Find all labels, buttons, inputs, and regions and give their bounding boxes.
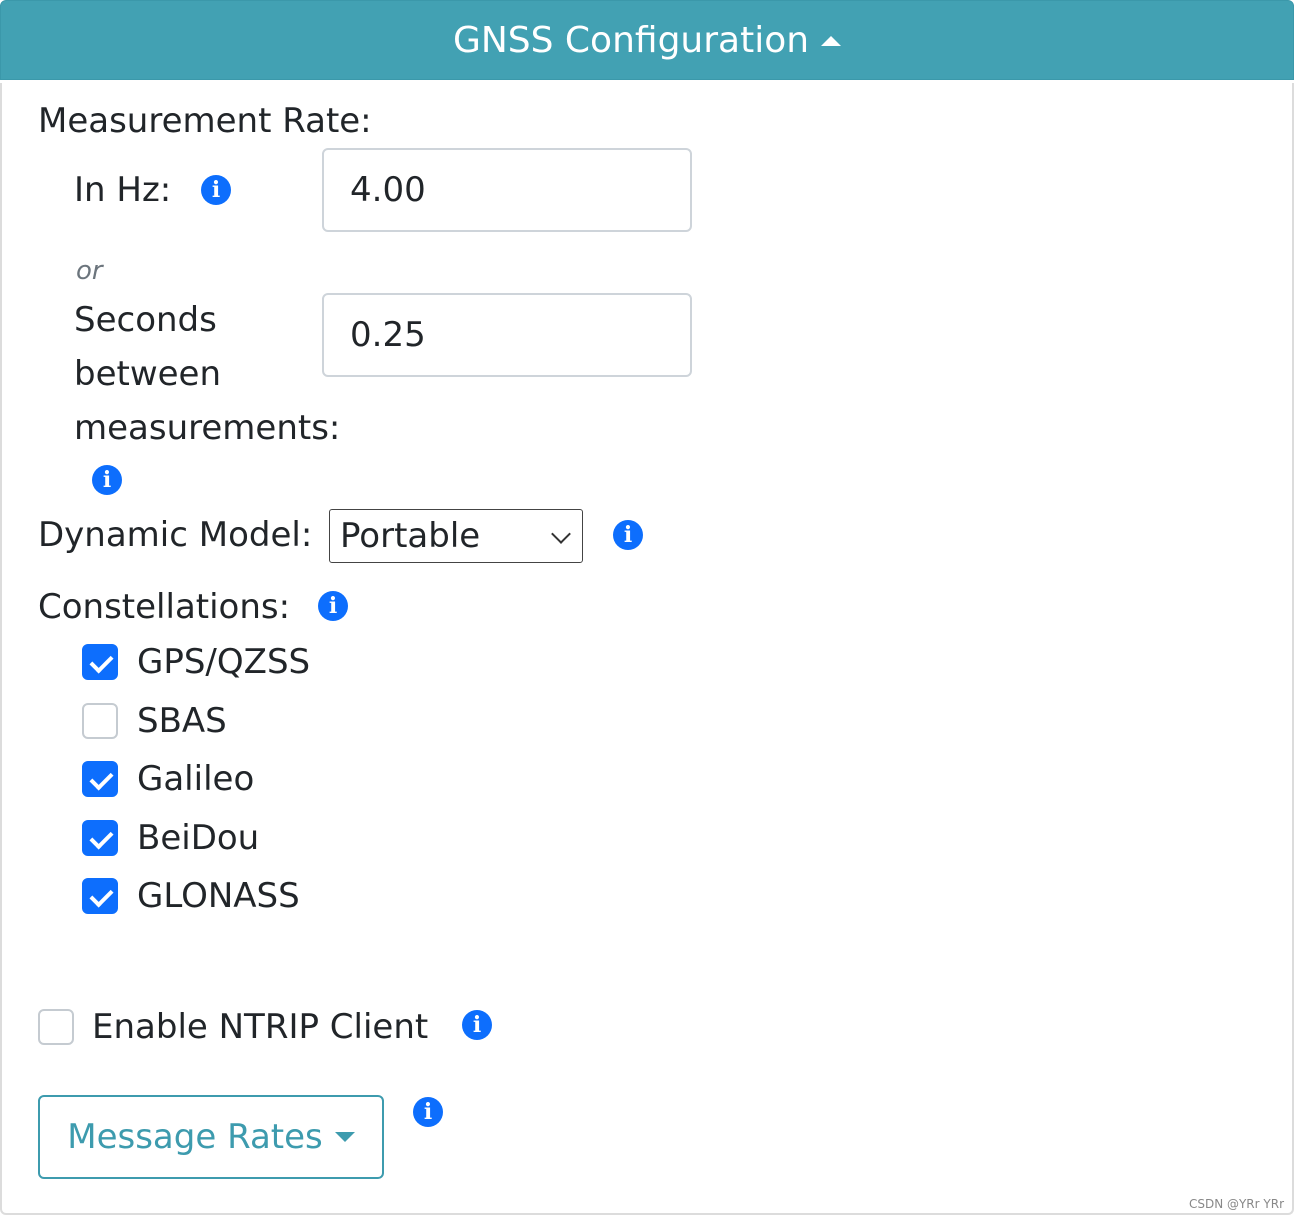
seconds-input[interactable]: [322, 293, 692, 377]
galileo-checkbox[interactable]: [82, 761, 118, 797]
dynamic-model-label: Dynamic Model:: [38, 515, 313, 555]
sbas-checkbox[interactable]: [82, 703, 118, 739]
info-icon[interactable]: i: [318, 591, 348, 621]
sbas-label: SBAS: [137, 701, 227, 741]
info-icon[interactable]: i: [613, 520, 643, 550]
enable-ntrip-label: Enable NTRIP Client: [92, 1007, 429, 1047]
gnss-configuration-header[interactable]: GNSS Configuration: [0, 0, 1294, 80]
or-text: or: [76, 256, 103, 286]
info-icon[interactable]: i: [413, 1097, 443, 1127]
info-icon[interactable]: i: [462, 1010, 492, 1040]
gps-qzss-checkbox[interactable]: [82, 644, 118, 680]
chevron-down-icon: [551, 524, 571, 544]
message-rates-button[interactable]: Message Rates: [38, 1095, 384, 1179]
measurement-rate-heading: Measurement Rate:: [38, 101, 372, 141]
hz-input[interactable]: [322, 148, 692, 232]
seconds-label-line-3: measurements:: [74, 408, 341, 448]
header-title: GNSS Configuration: [452, 19, 810, 61]
info-icon[interactable]: i: [201, 175, 231, 205]
galileo-label: Galileo: [137, 759, 255, 799]
hz-label: In Hz:: [74, 170, 172, 210]
glonass-checkbox[interactable]: [82, 878, 118, 914]
beidou-label: BeiDou: [137, 818, 260, 858]
gps-qzss-label: GPS/QZSS: [137, 642, 311, 682]
seconds-label-line-2: between: [74, 354, 222, 394]
dynamic-model-select[interactable]: Portable: [329, 509, 583, 563]
constellations-label: Constellations:: [38, 587, 291, 627]
beidou-checkbox[interactable]: [82, 820, 118, 856]
enable-ntrip-checkbox[interactable]: [38, 1009, 74, 1045]
caret-up-icon: [821, 36, 842, 46]
glonass-label: GLONASS: [137, 876, 300, 916]
seconds-label-line-1: Seconds: [74, 300, 217, 340]
info-icon[interactable]: i: [92, 465, 122, 495]
message-rates-label: Message Rates: [67, 1117, 323, 1157]
caret-down-icon: [334, 1132, 355, 1142]
watermark: CSDN @YRr YRr: [1188, 1197, 1284, 1211]
dynamic-model-selected: Portable: [340, 516, 481, 556]
